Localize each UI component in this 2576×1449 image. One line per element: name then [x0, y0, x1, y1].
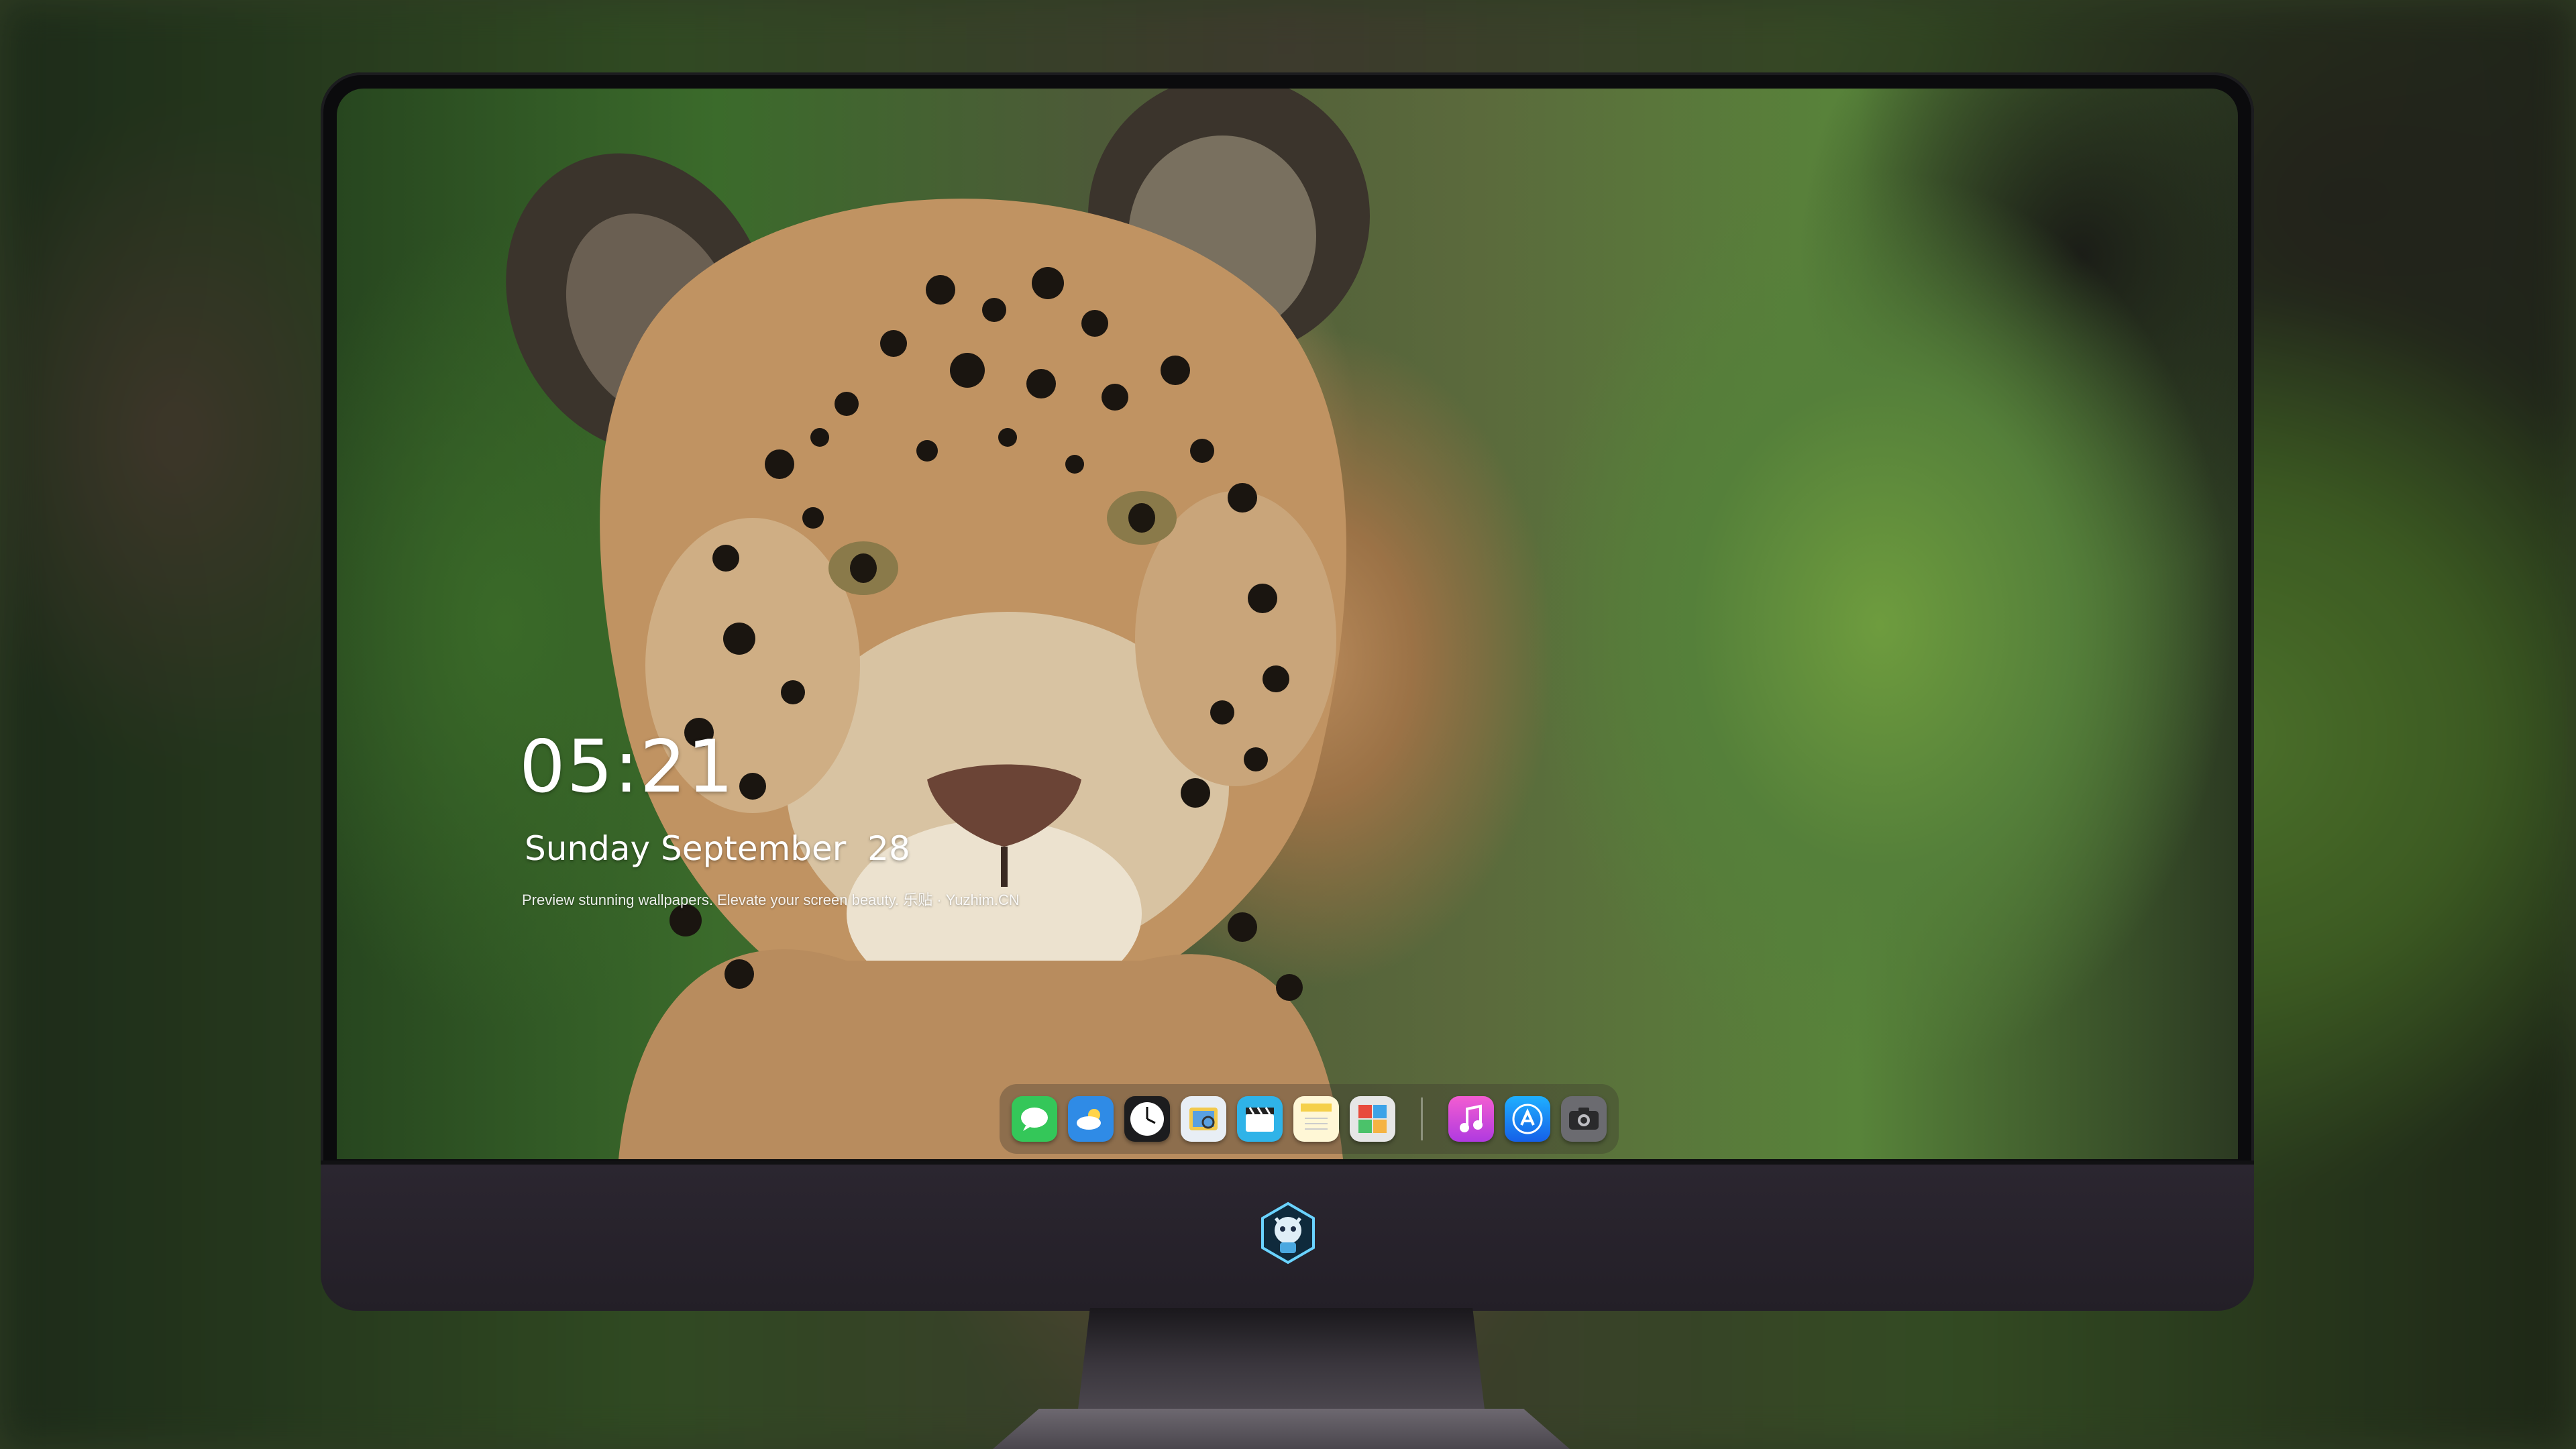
monitor-bezel: 05:21 Sunday September 28 Preview stunni… [321, 72, 2254, 1166]
screen: 05:21 Sunday September 28 Preview stunni… [337, 89, 2238, 1159]
dock [1000, 1084, 1619, 1154]
monitor-chin [321, 1161, 2254, 1311]
stage: 05:21 Sunday September 28 Preview stunni… [0, 0, 2576, 1449]
jaguar-wallpaper-image [506, 89, 1370, 1159]
dock-divider [1421, 1097, 1423, 1140]
monitor-stand-base [993, 1409, 1570, 1449]
mascot-logo-icon [1261, 1201, 1315, 1265]
music-icon[interactable] [1448, 1096, 1494, 1142]
camera-icon[interactable] [1561, 1096, 1607, 1142]
photo-booth-icon[interactable] [1350, 1096, 1395, 1142]
clock-icon[interactable] [1124, 1096, 1170, 1142]
preview-icon[interactable] [1181, 1096, 1226, 1142]
lock-screen-time: 05:21 [519, 725, 735, 809]
lock-screen-date: Sunday September 28 [525, 829, 910, 868]
notes-icon[interactable] [1293, 1096, 1339, 1142]
messages-icon[interactable] [1012, 1096, 1057, 1142]
lock-screen-tagline: Preview stunning wallpapers. Elevate you… [522, 892, 1020, 908]
weather-icon[interactable] [1068, 1096, 1114, 1142]
app-store-icon[interactable] [1505, 1096, 1550, 1142]
clips-icon[interactable] [1237, 1096, 1283, 1142]
monitor: 05:21 Sunday September 28 Preview stunni… [321, 72, 2254, 1311]
